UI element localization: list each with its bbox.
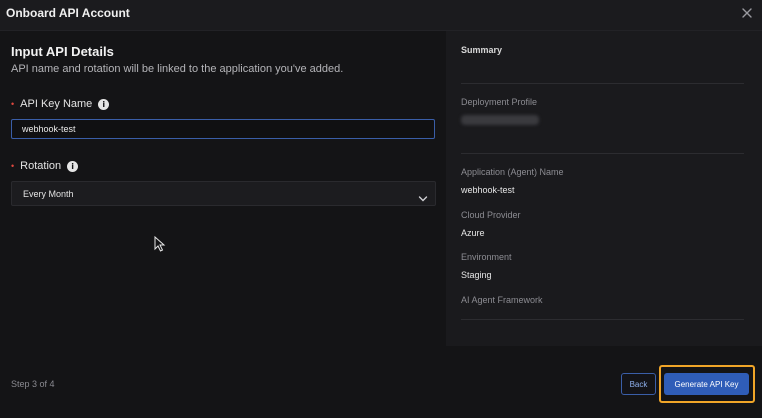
required-marker: • bbox=[11, 99, 15, 109]
cloud-provider-label: Cloud Provider bbox=[461, 210, 521, 220]
environment-label: Environment bbox=[461, 252, 512, 262]
generate-api-key-button[interactable]: Generate API Key bbox=[664, 373, 749, 395]
api-key-name-input[interactable] bbox=[11, 119, 435, 139]
rotation-label-text: Rotation bbox=[20, 160, 62, 172]
application-name-label: Application (Agent) Name bbox=[461, 167, 564, 177]
info-icon[interactable]: i bbox=[67, 160, 79, 172]
info-icon[interactable]: i bbox=[98, 98, 110, 110]
environment-value: Staging bbox=[461, 270, 492, 280]
divider bbox=[461, 83, 744, 84]
rotation-label: • Rotation i bbox=[11, 160, 79, 172]
mouse-cursor-icon bbox=[154, 235, 166, 252]
dialog-footer: Step 3 of 4 Back Generate API Key bbox=[0, 351, 762, 418]
dialog-titlebar: Onboard API Account bbox=[0, 0, 762, 31]
summary-panel: Summary Deployment Profile Application (… bbox=[446, 31, 762, 346]
close-icon[interactable] bbox=[739, 5, 755, 21]
rotation-select[interactable]: Every Month bbox=[11, 181, 436, 206]
section-subtitle: API name and rotation will be linked to … bbox=[11, 63, 344, 75]
step-indicator: Step 3 of 4 bbox=[11, 379, 55, 389]
onboard-dialog: Onboard API Account Input API Details AP… bbox=[0, 0, 762, 418]
summary-title: Summary bbox=[461, 45, 503, 55]
api-key-name-label: • API Key Name i bbox=[11, 98, 110, 110]
application-name-value: webhook-test bbox=[461, 185, 515, 195]
chevron-down-icon bbox=[418, 190, 428, 202]
back-button[interactable]: Back bbox=[621, 373, 656, 395]
divider bbox=[461, 153, 744, 154]
input-panel: Input API Details API name and rotation … bbox=[0, 31, 446, 351]
section-title: Input API Details bbox=[11, 44, 114, 59]
divider bbox=[461, 319, 744, 320]
required-marker: • bbox=[11, 161, 15, 171]
deployment-profile-value-redacted bbox=[461, 115, 539, 125]
deployment-profile-label: Deployment Profile bbox=[461, 97, 538, 107]
api-key-name-label-text: API Key Name bbox=[20, 98, 93, 110]
framework-label: AI Agent Framework bbox=[461, 295, 543, 305]
rotation-selected-value: Every Month bbox=[23, 189, 74, 199]
cloud-provider-value: Azure bbox=[461, 228, 485, 238]
dialog-title: Onboard API Account bbox=[6, 6, 130, 20]
